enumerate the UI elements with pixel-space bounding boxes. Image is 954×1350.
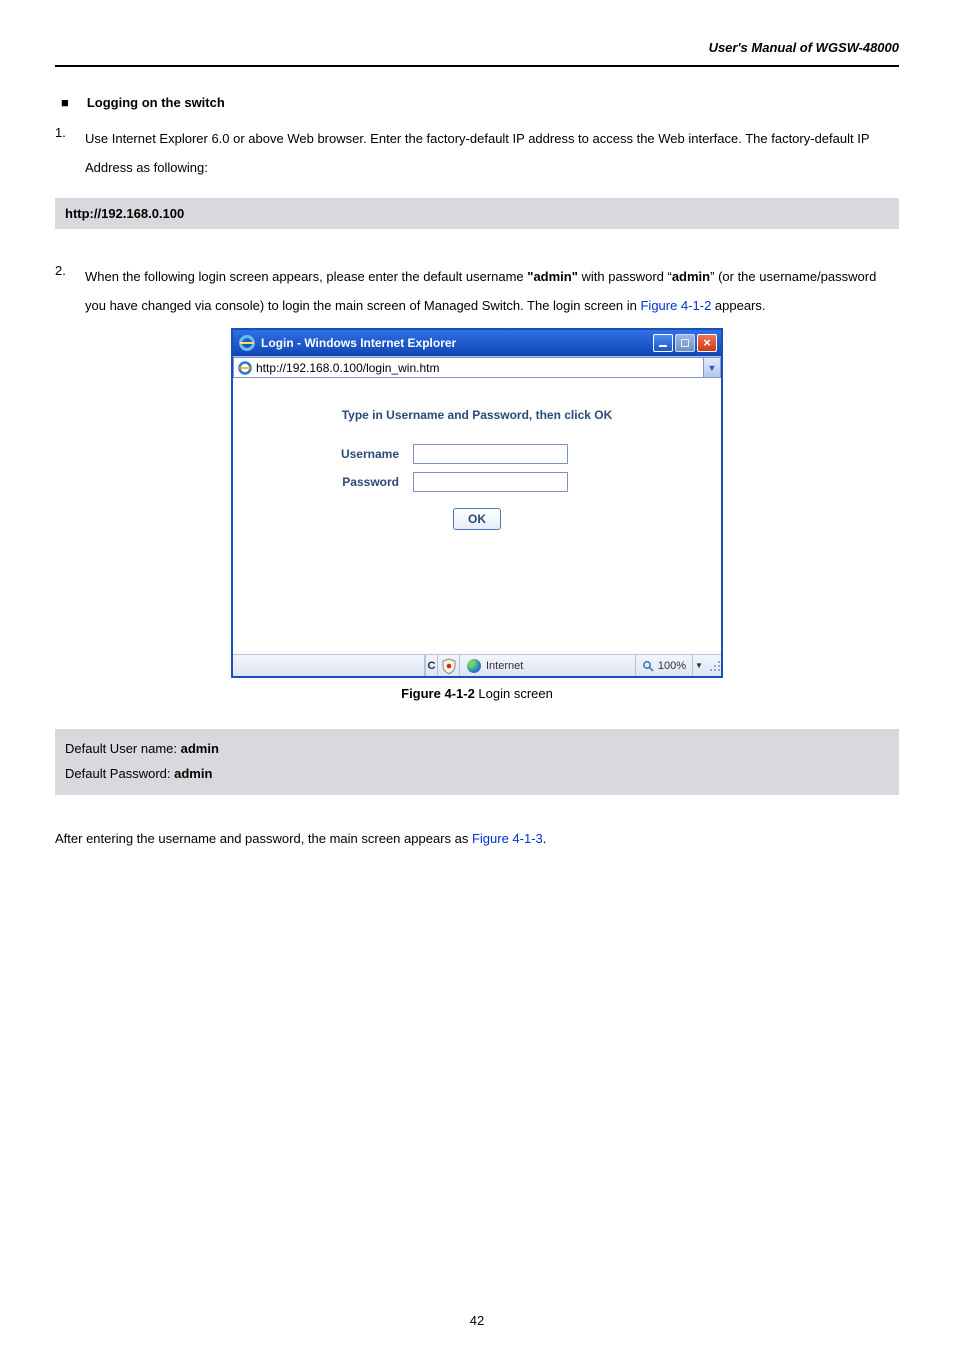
login-hint: Type in Username and Password, then clic…	[253, 408, 701, 422]
password-input[interactable]	[413, 472, 568, 492]
resize-grip-icon	[709, 660, 721, 672]
step-2-admin-2: admin	[672, 269, 710, 284]
default-username-label: Default User name:	[65, 741, 181, 756]
step-2-text-d: appears.	[711, 298, 765, 313]
default-username-value: admin	[181, 741, 219, 756]
ie-screenshot-wrapper: Login - Windows Internet Explorer × http…	[55, 328, 899, 678]
close-button[interactable]: ×	[697, 334, 717, 352]
status-zoom-dropdown[interactable]: ▼	[693, 655, 705, 676]
status-c-segment: C	[425, 655, 438, 676]
ie-address-input[interactable]: http://192.168.0.100/login_win.htm	[233, 357, 703, 378]
status-zone-text: Internet	[486, 660, 523, 672]
ie-url-text: http://192.168.0.100/login_win.htm	[256, 361, 439, 375]
default-password-line: Default Password: admin	[65, 762, 889, 787]
ie-logo-icon	[239, 335, 255, 351]
step-2-text-a: When the following login screen appears,…	[85, 269, 527, 284]
username-label: Username	[253, 447, 413, 461]
step-1: 1. Use Internet Explorer 6.0 or above We…	[55, 125, 899, 182]
status-left-spacer	[233, 655, 425, 676]
figure-caption-rest: Login screen	[475, 686, 553, 701]
ie-titlebar-left: Login - Windows Internet Explorer	[239, 335, 456, 351]
maximize-button[interactable]	[675, 334, 695, 352]
ie-window: Login - Windows Internet Explorer × http…	[231, 328, 723, 678]
default-username-line: Default User name: admin	[65, 737, 889, 762]
status-shield-segment	[438, 655, 460, 676]
chevron-down-icon: ▼	[695, 661, 703, 670]
section-bullet-icon: ■	[61, 95, 69, 111]
after-login-paragraph: After entering the username and password…	[55, 831, 899, 846]
default-credentials-box: Default User name: admin Default Passwor…	[55, 729, 899, 794]
step-2: 2. When the following login screen appea…	[55, 263, 899, 320]
ie-status-bar: C Internet 100% ▼	[233, 654, 721, 676]
step-1-body: Use Internet Explorer 6.0 or above Web b…	[85, 125, 899, 182]
status-zoom-text: 100%	[658, 660, 686, 672]
username-row: Username	[253, 444, 701, 464]
username-input[interactable]	[413, 444, 568, 464]
minimize-button[interactable]	[653, 334, 673, 352]
globe-icon	[467, 659, 481, 673]
ie-titlebar: Login - Windows Internet Explorer ×	[233, 330, 721, 356]
status-zone-segment[interactable]: Internet	[460, 655, 636, 676]
after-figref: Figure 4-1-3	[472, 831, 543, 846]
after-text-b: .	[543, 831, 547, 846]
ie-content-area: Type in Username and Password, then clic…	[233, 378, 721, 654]
section-heading-row: ■ Logging on the switch	[55, 95, 899, 111]
ok-button-row: OK	[253, 508, 701, 530]
figure-caption: Figure 4-1-2 Login screen	[55, 686, 899, 701]
password-row: Password	[253, 472, 701, 492]
step-2-admin-1: "admin"	[527, 269, 578, 284]
step-2-text-b: with password “	[578, 269, 672, 284]
default-password-value: admin	[174, 766, 212, 781]
default-url-box: http://192.168.0.100	[55, 198, 899, 229]
step-2-figref: Figure 4-1-2	[640, 298, 711, 313]
step-1-number: 1.	[55, 125, 85, 140]
page-header-title: User's Manual of WGSW-48000	[55, 40, 899, 55]
step-2-number: 2.	[55, 263, 85, 278]
figure-caption-bold: Figure 4-1-2	[401, 686, 475, 701]
section-heading: Logging on the switch	[87, 95, 225, 110]
ok-button[interactable]: OK	[453, 508, 501, 530]
ie-address-dropdown[interactable]: ▼	[703, 357, 721, 378]
ie-address-bar: http://192.168.0.100/login_win.htm ▼	[233, 356, 721, 378]
step-2-body: When the following login screen appears,…	[85, 263, 899, 320]
ie-window-title: Login - Windows Internet Explorer	[261, 336, 456, 350]
header-rule	[55, 65, 899, 67]
chevron-down-icon: ▼	[708, 363, 717, 373]
after-text-a: After entering the username and password…	[55, 831, 472, 846]
status-zoom-segment[interactable]: 100%	[636, 655, 693, 676]
resize-grip[interactable]	[705, 655, 721, 676]
shield-icon	[442, 658, 456, 674]
ie-window-buttons: ×	[653, 334, 717, 352]
password-label: Password	[253, 475, 413, 489]
default-password-label: Default Password:	[65, 766, 174, 781]
magnifier-icon	[642, 660, 654, 672]
page-number: 42	[0, 1313, 954, 1328]
ie-favicon-icon	[238, 361, 252, 375]
